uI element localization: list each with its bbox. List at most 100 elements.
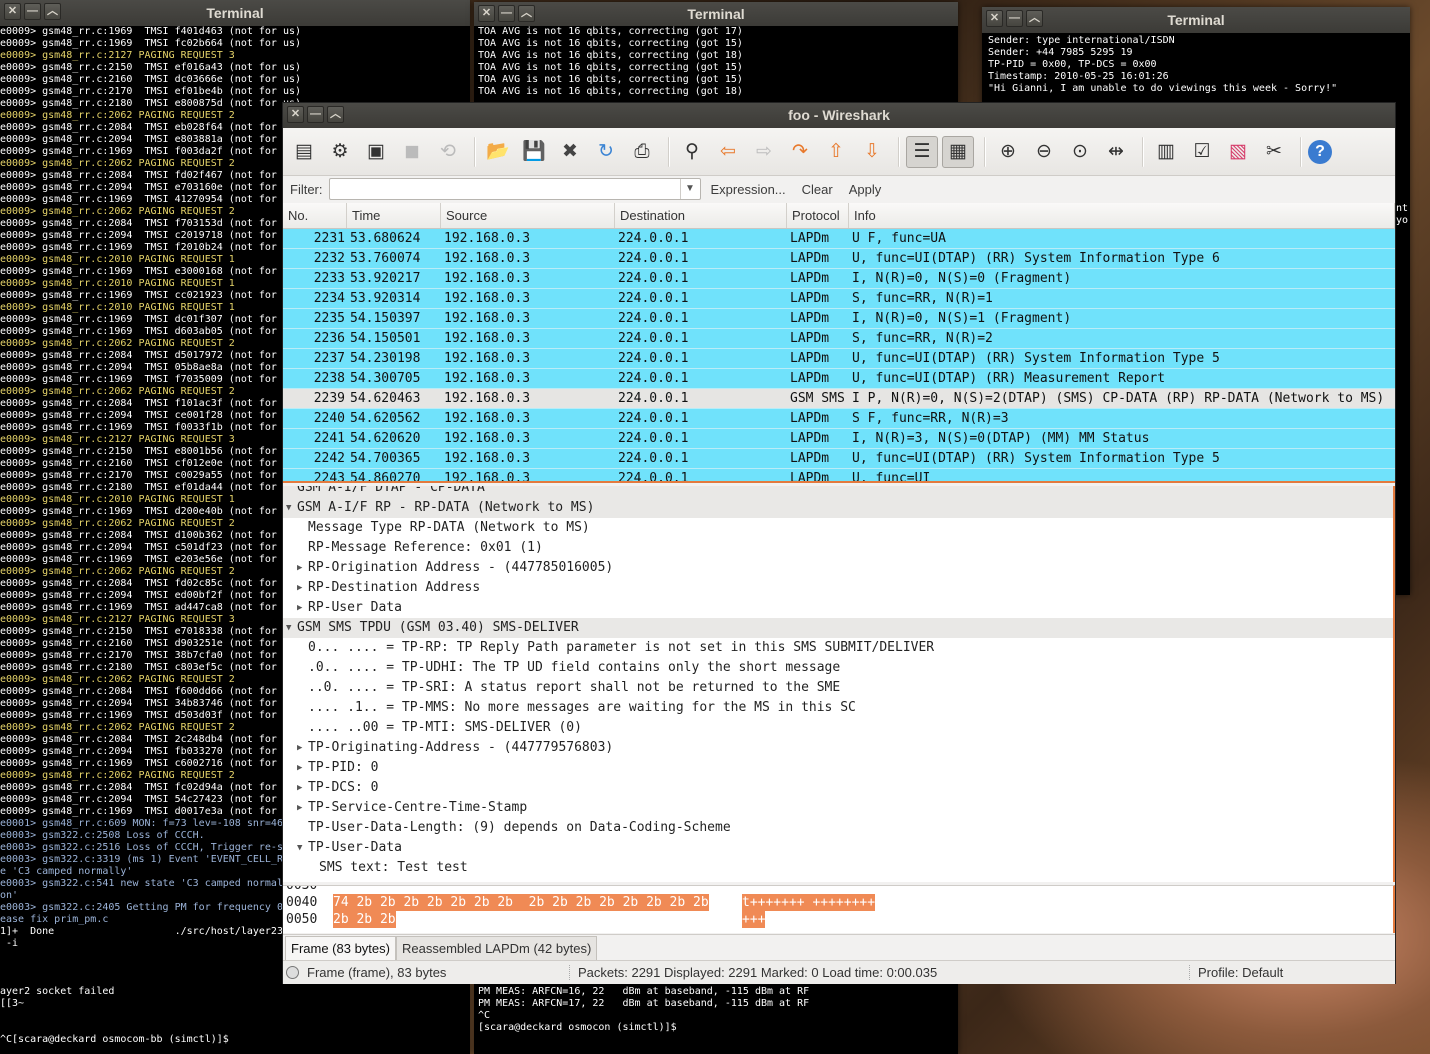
coloring-rules-icon[interactable]: ▧ <box>1222 136 1254 168</box>
detail-tree-item[interactable]: ▶ TP-Service-Centre-Time-Stamp <box>283 798 1393 818</box>
go-to-packet-icon[interactable]: ↷ <box>784 136 816 168</box>
terminal-3-output[interactable]: Sender: type international/ISDN Sender: +… <box>982 35 1410 105</box>
packet-row[interactable]: 2235 54.150397 192.168.0.3 224.0.0.1 LAPDm I,… <box>283 309 1395 329</box>
detail-tree-item[interactable]: ▼ TP-User-Data <box>283 838 1393 858</box>
hex-ascii[interactable]: +++ <box>742 911 766 928</box>
maximize-icon[interactable]: ︿ <box>518 5 535 22</box>
column-header-info[interactable]: Info <box>849 203 1395 228</box>
hex-bytes[interactable]: 2b 2b 2b <box>333 911 396 928</box>
close-icon[interactable]: ✕ <box>478 5 495 22</box>
packet-bytes-pane[interactable]: 003008 0c 9f 05 00 0b 0f 9f 08 00 04 00 … <box>283 885 1395 933</box>
close-file-icon[interactable]: ✖ <box>554 136 586 168</box>
packet-row[interactable]: 2241 54.620620 192.168.0.3 224.0.0.1 LAPDm I,… <box>283 429 1395 449</box>
collapsed-arrow-icon[interactable]: ▶ <box>297 558 302 578</box>
stop-capture-icon[interactable]: ◼ <box>396 136 428 168</box>
terminal-2-output[interactable]: TOA AVG is not 16 qbits, correcting (got… <box>474 26 958 106</box>
maximize-icon[interactable]: ︿ <box>44 3 61 20</box>
wireshark-window[interactable]: ✕ — ︿ foo - Wireshark ▤ ⚙ ▣ ◼ ⟲ 📂 💾 ✖ ↻ ⎙ ⚲ ⇦ ⇨ ↷ ⇧ ⇩ ☰ ▦ ⊕ ⊖… <box>282 102 1396 984</box>
detail-tree-item[interactable]: ▶ TP-Originating-Address - (447779576803) <box>283 738 1393 758</box>
packet-row[interactable]: 2234 53.920314 192.168.0.3 224.0.0.1 LAPDm S,… <box>283 289 1395 309</box>
terminal-2-output-bottom[interactable]: PM MEAS: ARFCN=16, 22 dBm at baseband, -… <box>474 986 958 1046</box>
autoscroll-icon[interactable]: ▦ <box>942 135 974 168</box>
detail-tree-item[interactable]: Message Type RP-DATA (Network to MS) <box>283 518 1393 538</box>
detail-tree-item[interactable]: GSM A-I/F DTAP - CP-DATA <box>283 486 1393 498</box>
detail-tree-item[interactable]: 0... .... = TP-RP: TP Reply Path paramet… <box>283 638 1393 658</box>
detail-tree-item[interactable]: ▼ GSM A-I/F RP - RP-DATA (Network to MS) <box>283 498 1393 518</box>
packet-row[interactable]: 2240 54.620562 192.168.0.3 224.0.0.1 LAPDm S … <box>283 409 1395 429</box>
normal-size-icon[interactable]: ⊙ <box>1064 136 1096 168</box>
packet-row[interactable]: 2237 54.230198 192.168.0.3 224.0.0.1 LAPDm U,… <box>283 349 1395 369</box>
column-header-time[interactable]: Time <box>347 203 441 228</box>
expanded-arrow-icon[interactable]: ▼ <box>286 618 291 638</box>
packet-list[interactable]: No. Time Source Destination Protocol Info 223… <box>283 203 1395 483</box>
detail-tree-item[interactable]: .... ..00 = TP-MTI: SMS-DELIVER (0) <box>283 718 1393 738</box>
minimize-icon[interactable]: — <box>498 5 515 22</box>
zoom-in-icon[interactable]: ⊕ <box>992 136 1024 168</box>
expression-button[interactable]: Expression... <box>711 182 786 197</box>
detail-tree-item[interactable]: ▶ TP-DCS: 0 <box>283 778 1393 798</box>
apply-button[interactable]: Apply <box>849 182 882 197</box>
collapsed-arrow-icon[interactable]: ▶ <box>297 798 302 818</box>
packet-row[interactable]: 2239 54.620463 192.168.0.3 224.0.0.1 GSM SMS… <box>283 389 1395 409</box>
detail-tree-item[interactable]: ▶ RP-Origination Address - (447785016005) <box>283 558 1393 578</box>
expanded-arrow-icon[interactable]: ▼ <box>286 498 291 518</box>
packet-row[interactable]: 2231 53.680624 192.168.0.3 224.0.0.1 LAPDm U … <box>283 229 1395 249</box>
tab-frame[interactable]: Frame (83 bytes) <box>285 936 396 960</box>
go-last-icon[interactable]: ⇩ <box>856 136 888 168</box>
detail-tree-item[interactable]: .... .1.. = TP-MMS: No more messages are… <box>283 698 1393 718</box>
print-icon[interactable]: ⎙ <box>626 136 658 168</box>
collapsed-arrow-icon[interactable]: ▶ <box>297 758 302 778</box>
packet-row[interactable]: 2243 54.860270 192.168.0.3 224.0.0.1 LAPDm U,… <box>283 469 1395 481</box>
go-forward-icon[interactable]: ⇨ <box>748 136 780 168</box>
column-header-source[interactable]: Source <box>441 203 615 228</box>
detail-tree-item[interactable]: ▶ RP-User Data <box>283 598 1393 618</box>
detail-tree-item[interactable]: .0.. .... = TP-UDHI: The TP UD field con… <box>283 658 1393 678</box>
packet-row[interactable]: 2242 54.700365 192.168.0.3 224.0.0.1 LAPDm U,… <box>283 449 1395 469</box>
maximize-icon[interactable]: ︿ <box>1026 10 1043 27</box>
start-capture-icon[interactable]: ▣ <box>360 136 392 168</box>
collapsed-arrow-icon[interactable]: ▶ <box>297 778 302 798</box>
capture-filters-icon[interactable]: ▥ <box>1150 136 1182 168</box>
minimize-icon[interactable]: — <box>1006 10 1023 27</box>
column-header-destination[interactable]: Destination <box>615 203 787 228</box>
chevron-down-icon[interactable]: ▼ <box>679 179 700 199</box>
hex-bytes[interactable]: 74 2b 2b 2b 2b 2b 2b 2b 2b 2b 2b 2b 2b 2… <box>333 894 709 911</box>
expert-info-icon[interactable] <box>286 966 299 979</box>
display-filters-icon[interactable]: ☑ <box>1186 136 1218 168</box>
save-file-icon[interactable]: 💾 <box>518 136 550 168</box>
minimize-icon[interactable]: — <box>24 3 41 20</box>
expanded-arrow-icon[interactable]: ▼ <box>297 838 302 858</box>
filter-input[interactable]: ▼ <box>328 178 701 200</box>
open-file-icon[interactable]: 📂 <box>482 136 514 168</box>
resize-columns-icon[interactable]: ⇹ <box>1100 136 1132 168</box>
column-header-protocol[interactable]: Protocol <box>787 203 849 228</box>
packet-details-tree[interactable]: GSM A-I/F DTAP - CP-DATA ▼ GSM A-I/F RP - … <box>283 486 1395 882</box>
hex-ascii[interactable]: t+++++++ ++++++++ <box>742 894 876 911</box>
detail-tree-item[interactable]: SMS text: Test test <box>283 858 1393 878</box>
detail-tree-item[interactable]: TP-User-Data-Length: (9) depends on Data… <box>283 818 1393 838</box>
maximize-icon[interactable]: ︿ <box>327 106 344 123</box>
detail-tree-item[interactable]: RP-Message Reference: 0x01 (1) <box>283 538 1393 558</box>
help-icon[interactable]: ? <box>1308 139 1332 164</box>
restart-capture-icon[interactable]: ⟲ <box>432 136 464 168</box>
interfaces-icon[interactable]: ▤ <box>288 136 320 168</box>
packet-row[interactable]: 2232 53.760074 192.168.0.3 224.0.0.1 LAPDm U,… <box>283 249 1395 269</box>
status-profile[interactable]: Profile: Default <box>1189 965 1283 980</box>
close-icon[interactable]: ✕ <box>986 10 1003 27</box>
detail-tree-item[interactable]: ▼ GSM SMS TPDU (GSM 03.40) SMS-DELIVER <box>283 618 1393 638</box>
collapsed-arrow-icon[interactable]: ▶ <box>297 598 302 618</box>
go-first-icon[interactable]: ⇧ <box>820 136 852 168</box>
detail-tree-item[interactable]: ..0. .... = TP-SRI: A status report shal… <box>283 678 1393 698</box>
close-icon[interactable]: ✕ <box>287 106 304 123</box>
column-header-no[interactable]: No. <box>283 203 347 228</box>
zoom-out-icon[interactable]: ⊖ <box>1028 136 1060 168</box>
detail-tree-item[interactable]: ▶ TP-PID: 0 <box>283 758 1393 778</box>
packet-row[interactable]: 2233 53.920217 192.168.0.3 224.0.0.1 LAPDm I,… <box>283 269 1395 289</box>
minimize-icon[interactable]: — <box>307 106 324 123</box>
find-icon[interactable]: ⚲ <box>676 136 708 168</box>
go-back-icon[interactable]: ⇦ <box>712 136 744 168</box>
detail-tree-item[interactable]: ▶ RP-Destination Address <box>283 578 1393 598</box>
packet-row[interactable]: 2238 54.300705 192.168.0.3 224.0.0.1 LAPDm U,… <box>283 369 1395 389</box>
collapsed-arrow-icon[interactable]: ▶ <box>297 738 302 758</box>
collapsed-arrow-icon[interactable]: ▶ <box>297 578 302 598</box>
